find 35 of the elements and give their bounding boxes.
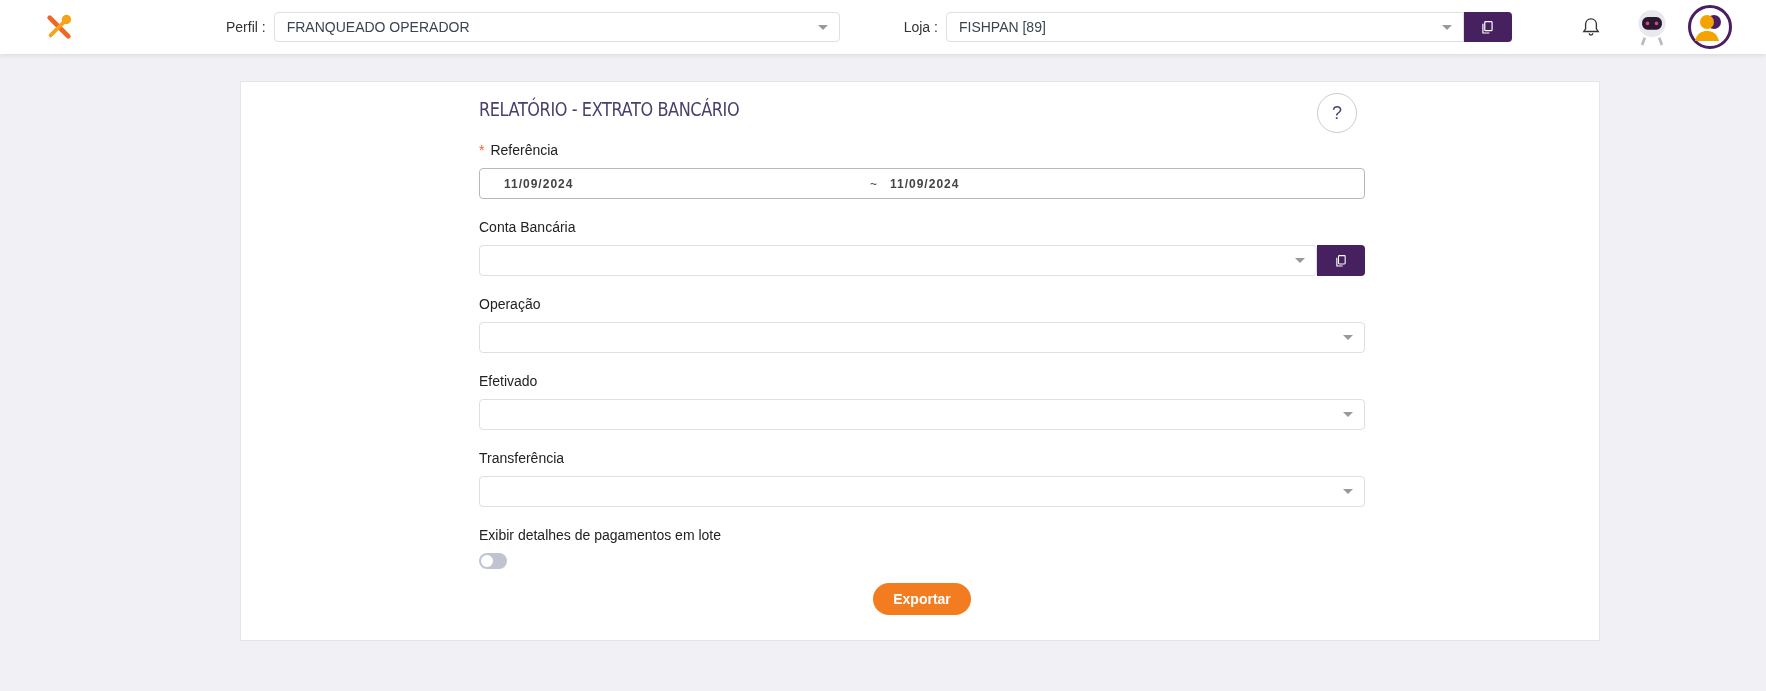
copy-button[interactable] bbox=[1463, 12, 1512, 42]
store-select[interactable]: FISHPAN [89] bbox=[945, 12, 1464, 42]
end-date: 11/09/2024 bbox=[890, 176, 960, 191]
profile-select[interactable]: FRANQUEADO OPERADOR bbox=[273, 12, 840, 42]
field-label: Operação bbox=[479, 295, 541, 314]
date-range-field[interactable]: 11/09/2024 ~ 11/09/2024 bbox=[479, 168, 1365, 199]
copy-button[interactable] bbox=[1317, 245, 1365, 276]
field-label: Transferência bbox=[479, 449, 565, 468]
field-label: Efetivado bbox=[479, 372, 538, 391]
store-label: Loja : bbox=[903, 19, 938, 35]
caret-icon bbox=[1343, 489, 1353, 494]
help-button[interactable]: ? bbox=[1317, 93, 1357, 133]
select-field[interactable] bbox=[479, 399, 1365, 430]
caret-icon bbox=[1441, 24, 1452, 30]
caret-icon bbox=[1295, 258, 1305, 263]
caret-icon bbox=[817, 24, 828, 30]
copy-icon bbox=[1336, 254, 1346, 267]
select-field[interactable] bbox=[479, 322, 1365, 353]
caret-icon bbox=[1343, 412, 1353, 417]
field-label: Referência bbox=[490, 141, 559, 160]
report-title: RELATÓRIO - EXTRATO BANCÁRIO bbox=[479, 98, 740, 120]
range-separator: ~ bbox=[870, 176, 879, 191]
crossed-utensils-icon[interactable] bbox=[45, 13, 73, 41]
select-field[interactable] bbox=[479, 476, 1365, 507]
field-label: Conta Bancária bbox=[479, 218, 576, 237]
user-avatar-icon[interactable] bbox=[1687, 5, 1732, 49]
select-field[interactable] bbox=[479, 245, 1317, 276]
toggle-switch[interactable] bbox=[479, 553, 507, 569]
toggle-label: Exibir detalhes de pagamentos em lote bbox=[479, 526, 723, 545]
caret-icon bbox=[1343, 335, 1353, 340]
profile-label: Perfil : bbox=[226, 19, 266, 35]
notification-bell-icon[interactable] bbox=[1581, 17, 1600, 37]
copy-icon bbox=[1482, 20, 1494, 34]
required-asterisk: * bbox=[479, 142, 485, 158]
start-date: 11/09/2024 bbox=[504, 176, 575, 191]
